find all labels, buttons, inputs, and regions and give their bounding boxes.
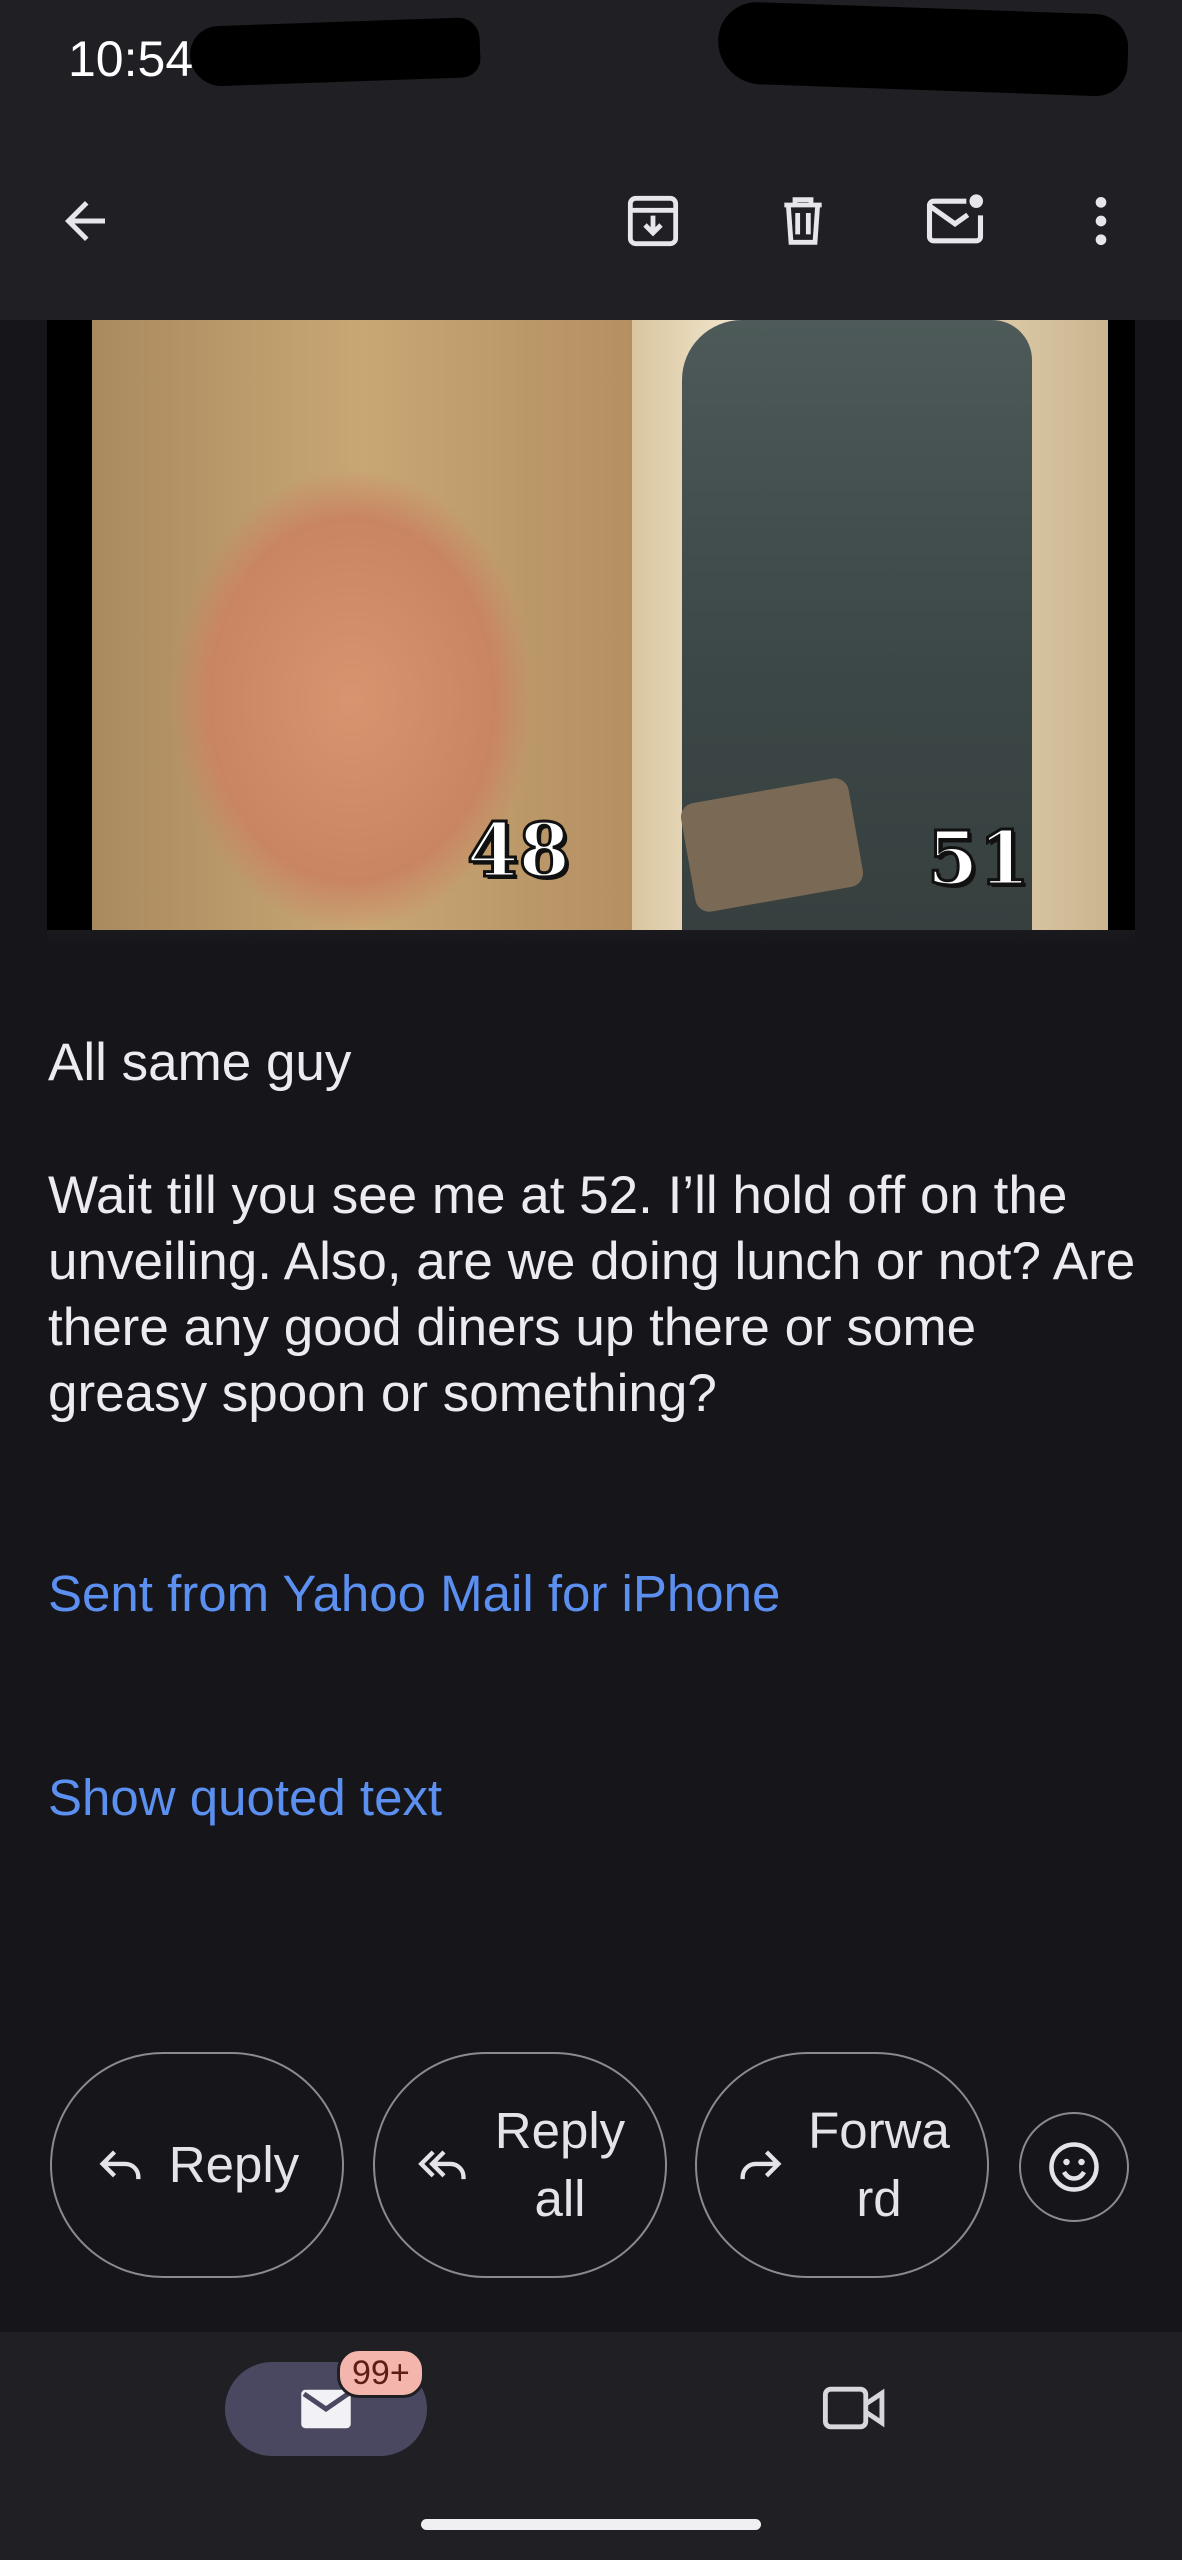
emoji-reaction-button[interactable] (1019, 2112, 1129, 2222)
emoji-reaction-icon (1049, 2142, 1099, 2192)
forward-label: Forwa rd (808, 2097, 950, 2233)
redaction-mark (189, 16, 481, 88)
message-line: All same guy (48, 1033, 352, 1092)
delete-button[interactable] (760, 178, 846, 264)
email-toolbar (0, 120, 1182, 320)
nav-tab-meet[interactable] (810, 2378, 900, 2438)
forward-button[interactable]: Forwa rd (695, 2052, 989, 2278)
reply-label: Reply (168, 2136, 300, 2193)
forward-label-line1: Forwa (808, 2102, 950, 2159)
more-vert-icon (1095, 197, 1107, 245)
arrow-back-icon (65, 201, 105, 241)
status-time: 10:54 (68, 31, 194, 87)
age-label-left: 48 (466, 807, 572, 896)
reply-all-button[interactable]: Reply all (373, 2052, 667, 2278)
age-label-right: 51 (926, 815, 1032, 904)
trash-icon (784, 197, 822, 245)
redaction-mark (716, 0, 1130, 98)
attached-photo[interactable]: 48 51 (47, 320, 1135, 930)
video-icon (822, 2386, 885, 2430)
reply-all-label-line2: all (534, 2170, 586, 2227)
forward-icon (740, 2150, 782, 2180)
home-indicator[interactable] (421, 2519, 761, 2530)
unread-count-badge: 99+ (337, 2348, 425, 2398)
more-options-button[interactable] (1058, 178, 1144, 264)
mark-unread-icon (926, 194, 984, 244)
signature-link[interactable]: Sent from Yahoo Mail for iPhone (48, 1564, 780, 1623)
reply-all-icon (417, 2150, 466, 2180)
mark-unread-button[interactable] (912, 178, 998, 264)
show-quoted-text-link[interactable]: Show quoted text (48, 1768, 442, 1827)
photo-shadow (47, 930, 1135, 948)
archive-button[interactable] (610, 178, 696, 264)
reply-icon (99, 2150, 141, 2180)
back-button[interactable] (42, 178, 128, 264)
reply-button[interactable]: Reply (50, 2052, 344, 2278)
reply-all-label: Reply all (495, 2097, 625, 2233)
archive-icon (627, 195, 679, 247)
forward-label-line2: rd (856, 2170, 902, 2227)
reply-all-label-line1: Reply (494, 2102, 626, 2159)
message-paragraph: Wait till you see me at 52. I’ll hold of… (48, 1166, 1136, 1423)
